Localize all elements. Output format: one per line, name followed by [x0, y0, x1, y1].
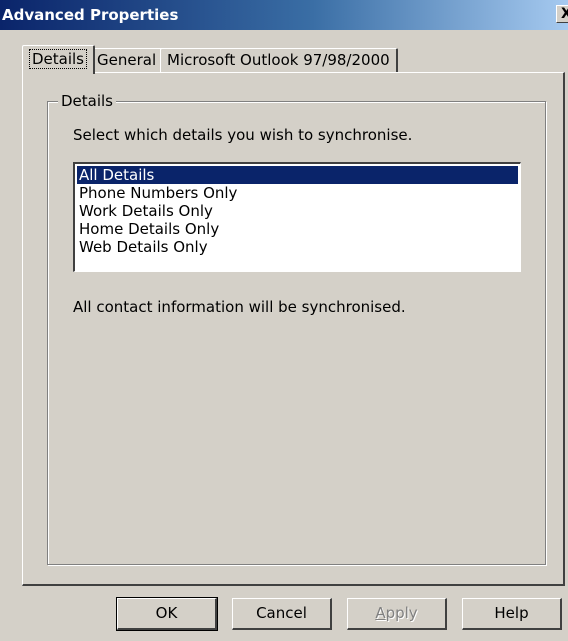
- groupbox-label: Details: [58, 92, 117, 110]
- cancel-button-label: Cancel: [256, 604, 307, 622]
- list-item-work-details[interactable]: Work Details Only: [77, 202, 518, 220]
- cancel-button[interactable]: Cancel: [232, 598, 332, 630]
- list-item-web-details[interactable]: Web Details Only: [77, 238, 518, 256]
- tab-panel-details: Details Select which details you wish to…: [22, 72, 565, 586]
- instruction-text: Select which details you wish to synchro…: [73, 126, 413, 144]
- ok-button-label: OK: [155, 604, 178, 622]
- tab-details-label: Details: [29, 49, 88, 69]
- status-text: All contact information will be synchron…: [73, 298, 406, 316]
- window-title: Advanced Properties: [2, 6, 179, 24]
- tab-outlook[interactable]: Microsoft Outlook 97/98/2000: [160, 48, 398, 73]
- tab-general[interactable]: General: [90, 48, 165, 73]
- list-item-home-details[interactable]: Home Details Only: [77, 220, 518, 238]
- apply-button-mnemonic: A: [375, 604, 386, 622]
- apply-button-label: pply: [385, 604, 418, 622]
- tab-general-label: General: [97, 51, 157, 69]
- help-button[interactable]: Help: [462, 598, 562, 630]
- close-button[interactable]: X: [556, 5, 568, 23]
- apply-button[interactable]: Apply: [347, 598, 447, 630]
- list-item-phone-numbers[interactable]: Phone Numbers Only: [77, 184, 518, 202]
- list-item-all-details[interactable]: All Details: [77, 166, 518, 184]
- details-listbox[interactable]: All Details Phone Numbers Only Work Deta…: [73, 162, 521, 272]
- title-bar[interactable]: Advanced Properties X: [0, 0, 568, 30]
- ok-button[interactable]: OK: [116, 597, 218, 631]
- details-groupbox: Details Select which details you wish to…: [47, 92, 546, 565]
- tab-outlook-label: Microsoft Outlook 97/98/2000: [167, 51, 390, 69]
- tab-details[interactable]: Details: [22, 45, 96, 74]
- help-button-label: Help: [494, 604, 529, 622]
- close-icon: X: [561, 6, 568, 22]
